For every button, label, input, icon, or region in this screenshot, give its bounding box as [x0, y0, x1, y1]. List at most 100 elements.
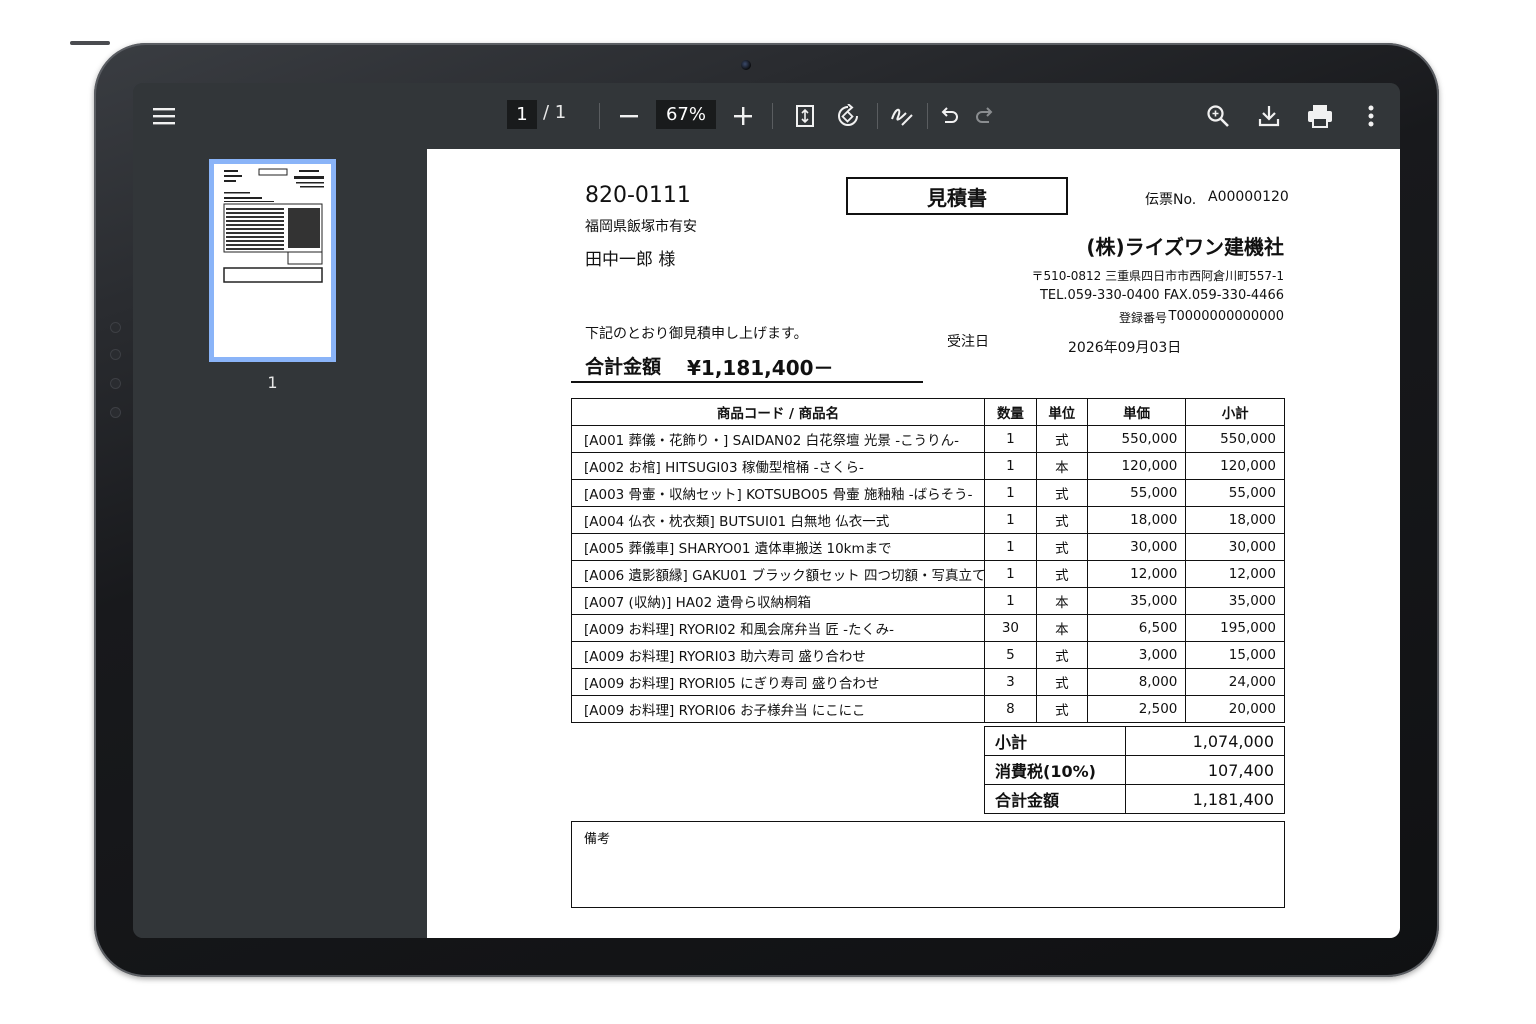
- item-price: 35,000: [1086, 587, 1187, 615]
- download-icon[interactable]: [1253, 100, 1285, 132]
- item-subtotal: 15,000: [1185, 641, 1285, 669]
- table-row: [A005 葬儀車] SHARYO01 遺体車搬送 10kmまで 1 式 30,…: [571, 533, 1285, 561]
- item-name: [A009 お料理] RYORI02 和風会席弁当 匠 -たくみ-: [571, 614, 985, 642]
- table-row: [A009 お料理] RYORI02 和風会席弁当 匠 -たくみ- 30 本 6…: [571, 614, 1285, 642]
- column-header-unit: 単位: [1035, 398, 1088, 426]
- item-unit: 本: [1035, 614, 1088, 642]
- item-qty: 3: [984, 668, 1037, 696]
- page-number-input[interactable]: 1: [507, 100, 537, 129]
- item-price: 2,500: [1086, 695, 1187, 723]
- summary-value: 107,400: [1125, 755, 1285, 785]
- item-price: 12,000: [1086, 560, 1187, 588]
- item-price: 6,500: [1086, 614, 1187, 642]
- summary-row-total: 合計金額 1,181,400: [984, 784, 1285, 814]
- item-name: [A009 お料理] RYORI05 にぎり寿司 盛り合わせ: [571, 668, 985, 696]
- summary-value: 1,074,000: [1125, 726, 1285, 756]
- annotate-icon[interactable]: [886, 100, 918, 132]
- order-date-label: 受注日: [947, 334, 989, 350]
- document-title: 見積書: [846, 177, 1068, 215]
- side-sensor: [110, 378, 121, 389]
- item-name: [A009 お料理] RYORI03 助六寿司 盛り合わせ: [571, 641, 985, 669]
- item-subtotal: 195,000: [1185, 614, 1285, 642]
- item-subtotal: 12,000: [1185, 560, 1285, 588]
- postal-code: 820-0111: [585, 183, 691, 208]
- item-price: 8,000: [1086, 668, 1187, 696]
- toolbar-divider: [927, 103, 928, 129]
- redo-icon[interactable]: [969, 100, 1001, 132]
- slip-no: A00000120: [1208, 189, 1289, 205]
- total-amount-label: 合計金額: [585, 356, 662, 378]
- item-unit: 式: [1035, 668, 1088, 696]
- item-name: [A003 骨壷・収納セット] KOTSUBO05 骨壷 施釉釉 -ばらそう-: [571, 479, 985, 507]
- item-price: 18,000: [1086, 506, 1187, 534]
- table-row: [A009 お料理] RYORI05 にぎり寿司 盛り合わせ 3 式 8,000…: [571, 668, 1285, 696]
- table-row: [A001 葬儀・花飾り・] SAIDAN02 白花祭壇 光景 -こうりん- 1…: [571, 425, 1285, 453]
- column-header-subtotal: 小計: [1185, 398, 1285, 426]
- undo-icon[interactable]: [933, 100, 965, 132]
- thumbnail-page-label: 1: [267, 373, 278, 392]
- item-subtotal: 30,000: [1185, 533, 1285, 561]
- summary-row-subtotal: 小計 1,074,000: [984, 726, 1285, 756]
- item-subtotal: 24,000: [1185, 668, 1285, 696]
- item-name: [A006 遺影額縁] GAKU01 ブラック額セット 四つ切額・写真立て: [571, 560, 985, 588]
- item-name: [A005 葬儀車] SHARYO01 遺体車搬送 10kmまで: [571, 533, 985, 561]
- zoom-level-input[interactable]: 67%: [656, 100, 716, 129]
- table-row: [A002 お棺] HITSUGI03 稼働型棺桶 -さくら- 1 本 120,…: [571, 452, 1285, 480]
- column-header-qty: 数量: [984, 398, 1037, 426]
- table-row: [A009 お料理] RYORI06 お子様弁当 にこにこ 8 式 2,500 …: [571, 695, 1285, 723]
- toolbar-divider: [772, 103, 773, 129]
- item-qty: 30: [984, 614, 1037, 642]
- front-camera: [741, 60, 751, 70]
- power-button: [70, 41, 110, 45]
- item-unit: 式: [1035, 533, 1088, 561]
- zoom-in-icon[interactable]: [727, 100, 759, 132]
- item-qty: 1: [984, 560, 1037, 588]
- item-qty: 1: [984, 425, 1037, 453]
- item-price: 30,000: [1086, 533, 1187, 561]
- item-name: [A007 (収納)] HA02 遺骨ら収納桐箱: [571, 587, 985, 615]
- item-unit: 式: [1035, 641, 1088, 669]
- order-date: 2026年09月03日: [1068, 340, 1182, 356]
- table-row: [A003 骨壷・収納セット] KOTSUBO05 骨壷 施釉釉 -ばらそう- …: [571, 479, 1285, 507]
- item-unit: 本: [1035, 587, 1088, 615]
- item-unit: 式: [1035, 560, 1088, 588]
- item-name: [A001 葬儀・花飾り・] SAIDAN02 白花祭壇 光景 -こうりん-: [571, 425, 985, 453]
- toolbar-divider: [599, 103, 600, 129]
- item-unit: 式: [1035, 506, 1088, 534]
- page-thumbnail[interactable]: [209, 159, 336, 362]
- more-vert-icon[interactable]: [1355, 100, 1387, 132]
- item-subtotal: 55,000: [1185, 479, 1285, 507]
- item-qty: 1: [984, 533, 1037, 561]
- table-row: [A004 仏衣・枕衣類] BUTSUI01 白無地 仏衣一式 1 式 18,0…: [571, 506, 1285, 534]
- item-subtotal: 20,000: [1185, 695, 1285, 723]
- print-icon[interactable]: [1304, 100, 1336, 132]
- item-name: [A002 お棺] HITSUGI03 稼働型棺桶 -さくら-: [571, 452, 985, 480]
- hamburger-icon[interactable]: [148, 100, 180, 132]
- item-qty: 8: [984, 695, 1037, 723]
- item-price: 3,000: [1086, 641, 1187, 669]
- customer-name: 田中一郎 様: [585, 250, 676, 270]
- rotate-icon[interactable]: [832, 100, 864, 132]
- item-name: [A004 仏衣・枕衣類] BUTSUI01 白無地 仏衣一式: [571, 506, 985, 534]
- summary-table: 小計 1,074,000 消費税(10%) 107,400 合計金額 1,181…: [984, 726, 1285, 814]
- side-sensor: [110, 349, 121, 360]
- item-qty: 1: [984, 479, 1037, 507]
- item-price: 55,000: [1086, 479, 1187, 507]
- item-price: 550,000: [1086, 425, 1187, 453]
- zoom-out-icon[interactable]: [613, 100, 645, 132]
- registration-no: T0000000000000: [1168, 309, 1284, 324]
- summary-row-tax: 消費税(10%) 107,400: [984, 755, 1285, 785]
- fit-page-icon[interactable]: [789, 100, 821, 132]
- item-unit: 本: [1035, 452, 1088, 480]
- item-qty: 5: [984, 641, 1037, 669]
- item-qty: 1: [984, 587, 1037, 615]
- search-icon[interactable]: [1202, 100, 1234, 132]
- pdf-viewer: 1 / 1 67% 1 820-0111 福岡県飯塚市有安 田中一郎 様 見積書…: [133, 83, 1400, 938]
- table-row: [A009 お料理] RYORI03 助六寿司 盛り合わせ 5 式 3,000 …: [571, 641, 1285, 669]
- item-qty: 1: [984, 506, 1037, 534]
- items-table: 商品コード / 商品名 数量 単位 単価 小計 [A001 葬儀・花飾り・] S…: [571, 398, 1285, 723]
- slip-no-label: 伝票No.: [1145, 192, 1197, 208]
- table-header-row: 商品コード / 商品名 数量 単位 単価 小計: [571, 398, 1285, 426]
- item-name: [A009 お料理] RYORI06 お子様弁当 にこにこ: [571, 695, 985, 723]
- summary-value: 1,181,400: [1125, 784, 1285, 814]
